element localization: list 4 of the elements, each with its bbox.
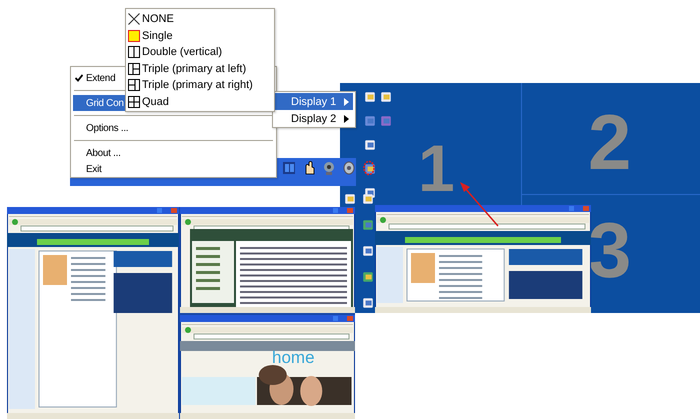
display-number: 2 bbox=[588, 103, 632, 181]
display-number: 1 bbox=[418, 135, 455, 201]
display-number: 3 bbox=[588, 211, 632, 289]
site-logo: home bbox=[272, 349, 315, 366]
